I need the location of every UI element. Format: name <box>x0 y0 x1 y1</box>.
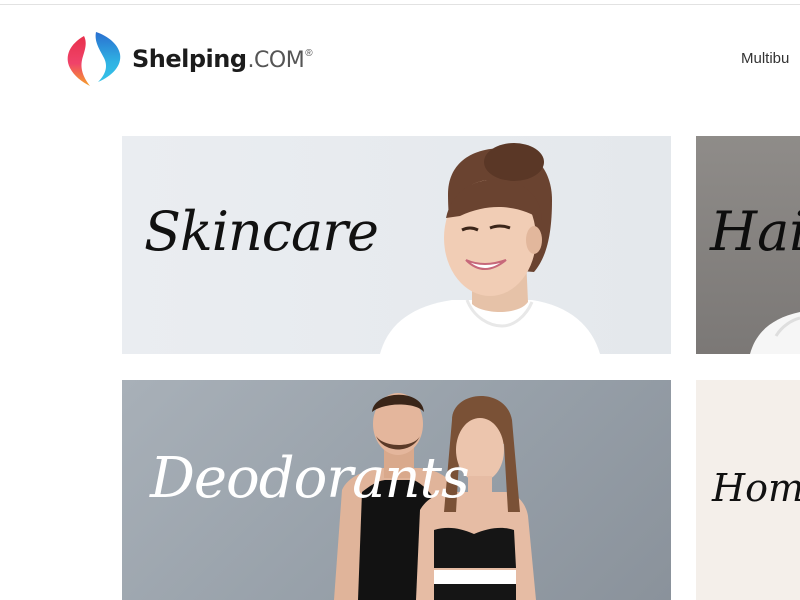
brand-domain: .COM <box>247 48 305 73</box>
top-divider <box>0 4 800 5</box>
category-tile-skincare[interactable]: Skincare <box>122 136 671 354</box>
category-tile-deodorants[interactable]: Deodorants <box>122 380 671 600</box>
logo-flame-icon <box>67 32 121 86</box>
tile-label-skincare: Skincare <box>144 200 379 263</box>
brand-name: Shelping <box>132 45 247 73</box>
site-logo[interactable]: Shelping .COM ® <box>62 30 313 88</box>
category-tile-home[interactable]: Home <box>696 380 800 600</box>
tile-label-home: Home <box>712 466 800 510</box>
category-tile-hair[interactable]: Hair <box>696 136 800 354</box>
tile-label-deodorants: Deodorants <box>150 446 470 511</box>
nav-item-multibuy[interactable]: Multibu <box>741 50 789 67</box>
registered-mark: ® <box>305 48 313 59</box>
tile-label-hair: Hair <box>710 200 800 263</box>
